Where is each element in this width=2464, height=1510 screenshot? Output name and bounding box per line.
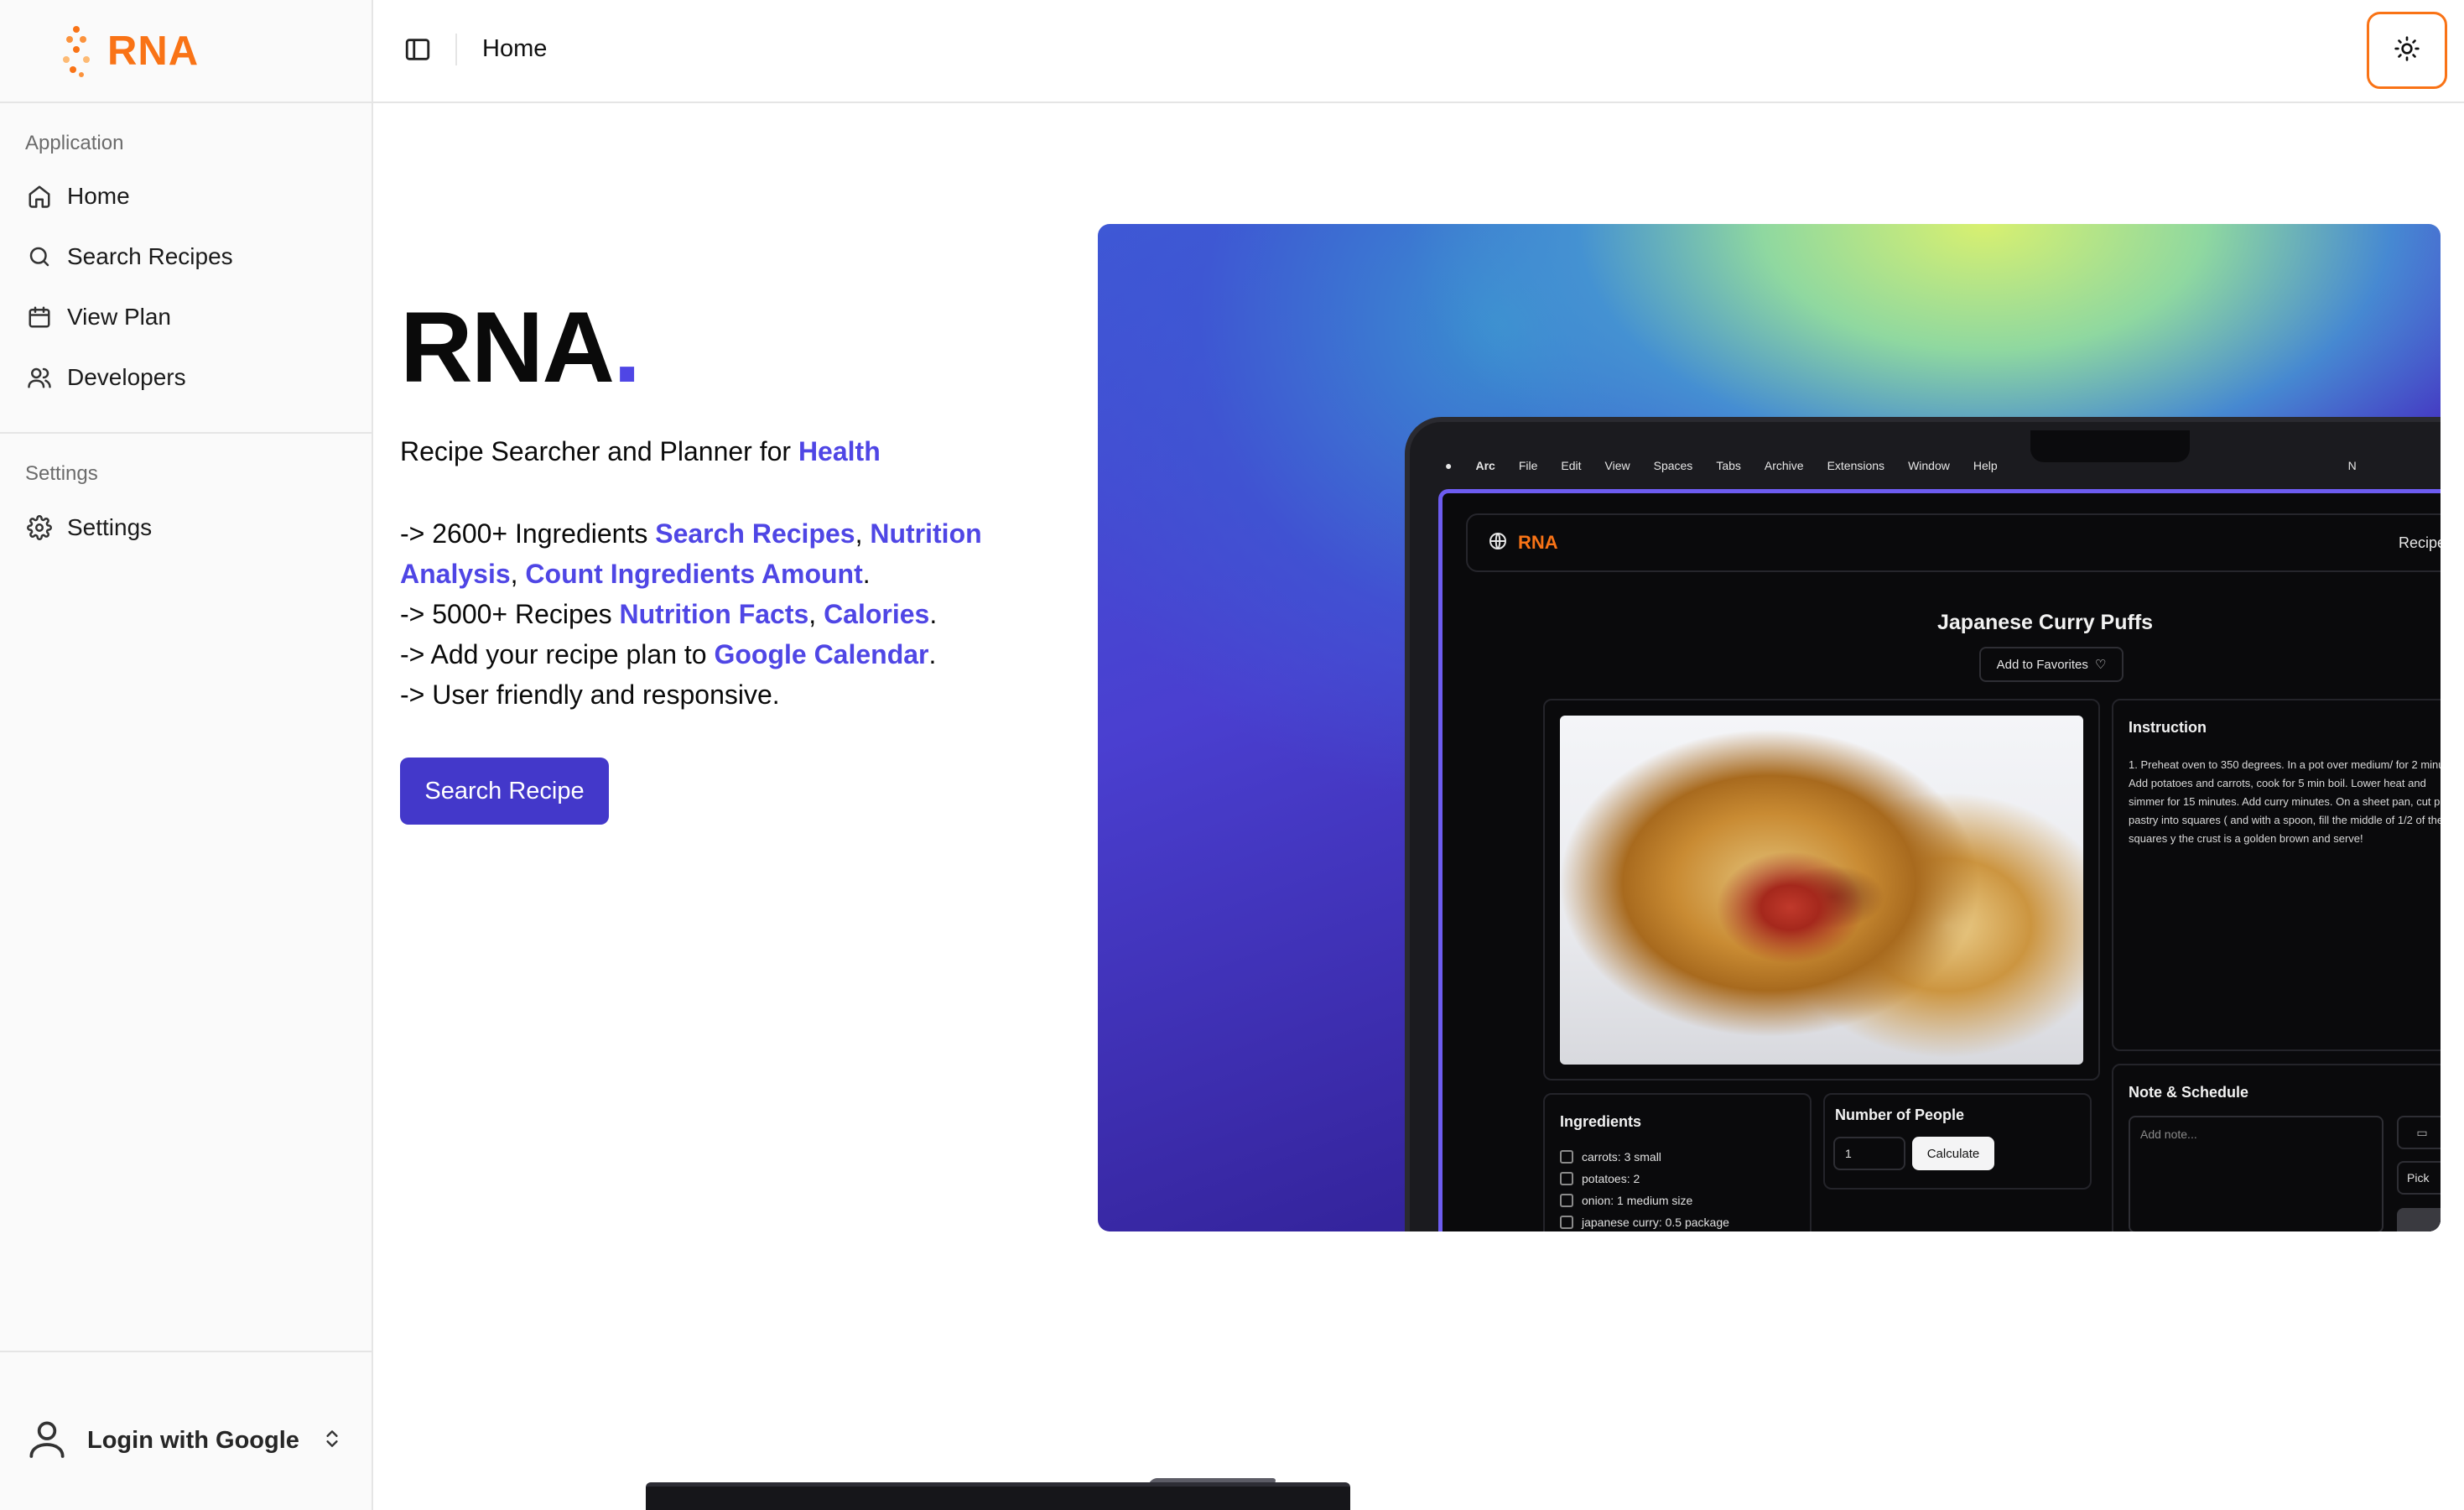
instruction-card: Instruction 1. Preheat oven to 350 degre… bbox=[2112, 699, 2441, 1051]
menubar-item: File bbox=[1518, 459, 1538, 472]
app-preview-image: ● Arc File Edit View Spaces Tabs Archive… bbox=[1098, 224, 2441, 1231]
sidebar-toggle-button[interactable] bbox=[398, 32, 437, 70]
recipe-title: Japanese Curry Puffs bbox=[1937, 611, 2154, 634]
menubar-item: Edit bbox=[1561, 459, 1582, 472]
gear-icon bbox=[25, 513, 54, 542]
menubar-item: Spaces bbox=[1653, 459, 1693, 472]
ingredient-item: potatoes: 2 bbox=[1560, 1172, 1640, 1185]
sidebar-item-search-recipes[interactable]: Search Recipes bbox=[12, 230, 359, 284]
feature-line: -> Add your recipe plan to Google Calend… bbox=[400, 639, 937, 669]
menubar-item: Help bbox=[1973, 459, 1998, 472]
preview-app-name: RNA bbox=[1518, 532, 1558, 553]
header-separator bbox=[455, 34, 457, 65]
ingredient-item: carrots: 3 small bbox=[1560, 1150, 1661, 1164]
hero-subtitle: Recipe Searcher and Planner for Health bbox=[400, 436, 881, 466]
sidebar-item-home[interactable]: Home bbox=[12, 169, 359, 223]
ingredients-heading: Ingredients bbox=[1560, 1113, 1642, 1130]
sidebar-item-settings[interactable]: Settings bbox=[12, 501, 359, 555]
mac-menubar: ● Arc File Edit View Spaces Tabs Archive… bbox=[1435, 454, 2441, 477]
sidebar-item-label: Settings bbox=[67, 514, 153, 540]
breadcrumb[interactable]: Home bbox=[482, 35, 547, 63]
calendar-icon bbox=[25, 303, 54, 331]
sidebar-item-developers[interactable]: Developers bbox=[12, 351, 359, 404]
recipe-image-card bbox=[1543, 699, 2100, 1080]
note-input: Add note... bbox=[2129, 1116, 2383, 1231]
search-recipe-button[interactable]: Search Recipe bbox=[400, 758, 609, 825]
app-screen: RNA Recipe Japanese Curry Puffs Add to F… bbox=[1438, 489, 2441, 1231]
menubar-item: Arc bbox=[1475, 459, 1495, 472]
add-to-favorites-button: Add to Favorites ♡ bbox=[1979, 647, 2124, 682]
theme-toggle-button[interactable] bbox=[2367, 12, 2447, 89]
sun-icon bbox=[2394, 35, 2420, 66]
laptop-frame: ● Arc File Edit View Spaces Tabs Archive… bbox=[1405, 417, 2441, 1231]
login-label: Login with Google bbox=[87, 1426, 299, 1454]
sidebar-item-label: View Plan bbox=[67, 304, 172, 330]
second-preview-image bbox=[646, 1482, 1350, 1510]
sidebar-item-view-plan[interactable]: View Plan bbox=[12, 290, 359, 344]
users-icon bbox=[25, 363, 54, 392]
home-icon bbox=[25, 182, 54, 211]
sidebar-toggle-icon bbox=[403, 35, 432, 68]
number-of-people-card: Number of People 1 Calculate bbox=[1823, 1093, 2092, 1190]
sidebar: RNA Application Home Search Recipes View… bbox=[0, 0, 373, 1510]
sidebar-item-label: Home bbox=[67, 183, 130, 209]
menubar-status: N bbox=[2347, 459, 2357, 472]
pick-date-button: Pick bbox=[2397, 1161, 2441, 1195]
preview-app-bar: RNA Recipe bbox=[1466, 513, 2441, 572]
people-input: 1 bbox=[1833, 1137, 1905, 1170]
ingredient-item: onion: 1 medium size bbox=[1560, 1194, 1692, 1207]
sidebar-divider bbox=[0, 432, 372, 434]
instruction-text: 1. Preheat oven to 350 degrees. In a pot… bbox=[2129, 758, 2441, 845]
group-label-settings: Settings bbox=[25, 462, 98, 485]
brand[interactable]: RNA bbox=[0, 0, 372, 103]
note-schedule-card: Note & Schedule Add note... ▭ Pick bbox=[2112, 1064, 2441, 1231]
recipe-photo bbox=[1560, 716, 2083, 1065]
feature-line: -> 2600+ Ingredients Search Recipes, Nut… bbox=[400, 518, 982, 589]
heart-icon: ♡ bbox=[2094, 658, 2107, 672]
menubar-item: View bbox=[1604, 459, 1630, 472]
hero-title: RNA. bbox=[400, 291, 641, 404]
sidebar-item-label: Search Recipes bbox=[67, 243, 233, 269]
globe-icon bbox=[1488, 531, 1508, 555]
chevron-up-down-icon bbox=[321, 1426, 343, 1455]
menubar-item: Window bbox=[1908, 459, 1950, 472]
top-header: Home bbox=[373, 0, 2464, 103]
sidebar-item-label: Developers bbox=[67, 364, 186, 390]
schedule-button bbox=[2397, 1208, 2441, 1231]
sidebar-footer: Login with Google bbox=[0, 1351, 372, 1510]
calculate-button: Calculate bbox=[1912, 1137, 1994, 1170]
feature-line: -> User friendly and responsive. bbox=[400, 680, 780, 710]
calendar-icon: ▭ bbox=[2397, 1116, 2441, 1149]
search-icon bbox=[25, 242, 54, 271]
feature-line: -> 5000+ Recipes Nutrition Facts, Calori… bbox=[400, 599, 938, 629]
ingredient-item: japanese curry: 0.5 package bbox=[1560, 1216, 1729, 1229]
group-label-application: Application bbox=[25, 132, 124, 154]
note-heading: Note & Schedule bbox=[2129, 1084, 2249, 1101]
logo-icon bbox=[55, 24, 97, 78]
login-with-google-button[interactable]: Login with Google bbox=[23, 1407, 351, 1474]
preview-app-nav: Recipe bbox=[2398, 534, 2441, 551]
instruction-heading: Instruction bbox=[2129, 719, 2207, 736]
people-heading: Number of People bbox=[1835, 1106, 1965, 1123]
apple-icon: ● bbox=[1445, 459, 1453, 472]
brand-name: RNA bbox=[107, 28, 200, 74]
user-icon bbox=[23, 1415, 70, 1466]
menubar-item: Tabs bbox=[1716, 459, 1741, 472]
ingredients-card: Ingredients carrots: 3 small potatoes: 2… bbox=[1543, 1093, 1812, 1231]
feature-list: -> 2600+ Ingredients Search Recipes, Nut… bbox=[400, 513, 1021, 715]
menubar-item: Extensions bbox=[1827, 459, 1885, 472]
menubar-item: Archive bbox=[1764, 459, 1804, 472]
